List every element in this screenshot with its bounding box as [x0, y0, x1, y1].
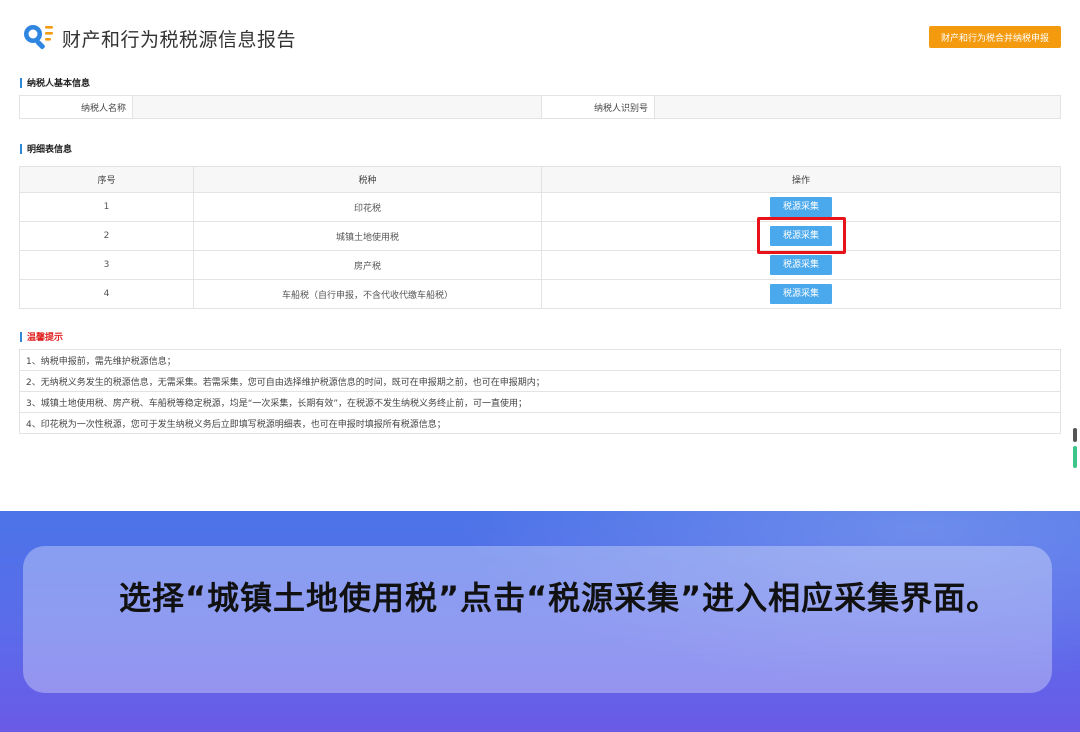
- search-list-icon: [24, 25, 53, 50]
- taxpayer-section-label: 纳税人基本信息: [27, 79, 91, 89]
- row-no: 1: [19, 192, 194, 222]
- taxpayer-id-label: 纳税人识别号: [593, 103, 648, 114]
- table-row: 1 印花税 税源采集: [19, 192, 1061, 222]
- page-title: 财产和行为税税源信息报告: [62, 28, 297, 51]
- detail-table: 序号 税种 操作 1 印花税 税源采集 2 城镇土地使用税 税源采集 3 房产税…: [19, 166, 1061, 309]
- scrollbar-track-indicator: [1073, 446, 1077, 468]
- tips-section-title: 温馨提示: [20, 330, 63, 343]
- column-header-action: 操作: [541, 166, 1061, 193]
- tips-section-label: 温馨提示: [27, 333, 64, 343]
- row-tax: 印花税: [193, 192, 542, 222]
- row-tax: 城镇土地使用税: [193, 221, 542, 251]
- tips-table: 1、纳税申报前，需先维护税源信息； 2、无纳税义务发生的税源信息，无需采集。若需…: [19, 349, 1061, 434]
- taxpayer-name-value: [132, 96, 542, 118]
- taxpayer-id-value: [654, 96, 1060, 118]
- taxpayer-name-label: 纳税人名称: [80, 103, 126, 114]
- collect-button-vehicle-tax[interactable]: 税源采集: [770, 284, 832, 304]
- details-section-title: 明细表信息: [20, 142, 72, 155]
- page: 财产和行为税税源信息报告 财产和行为税合并纳税申报 纳税人基本信息 纳税人名称 …: [0, 0, 1080, 732]
- table-row: 2 城镇土地使用税 税源采集: [19, 221, 1061, 251]
- row-no: 3: [19, 250, 194, 280]
- row-no: 4: [19, 279, 194, 309]
- section-marker: [20, 143, 22, 154]
- scrollbar[interactable]: [1073, 428, 1077, 468]
- caption-card: 选择“城镇土地使用税”点击“税源采集”进入相应采集界面。: [23, 546, 1052, 693]
- row-tax: 车船税（自行申报，不含代收代缴车船税）: [193, 279, 542, 309]
- tip-item: 2、无纳税义务发生的税源信息，无需采集。若需采集，您可自由选择维护税源信息的时间…: [19, 370, 1061, 392]
- highlight-box: [757, 217, 846, 254]
- tip-item: 4、印花税为一次性税源，您可于发生纳税义务后立即填写税源明细表，也可在申报时填报…: [19, 412, 1061, 434]
- merge-declare-button[interactable]: 财产和行为税合并纳税申报: [928, 26, 1061, 48]
- page-header: 财产和行为税税源信息报告: [20, 20, 296, 56]
- collect-button-property-tax[interactable]: 税源采集: [770, 255, 832, 275]
- tip-item: 3、城镇土地使用税、房产税、车船税等稳定税源，均是“一次采集，长期有效”，在税源…: [19, 391, 1061, 413]
- collect-button-stamp-tax[interactable]: 税源采集: [770, 197, 832, 217]
- column-header-no: 序号: [19, 166, 194, 193]
- row-action: 税源采集: [541, 250, 1061, 280]
- caption-text: 选择“城镇土地使用税”点击“税源采集”进入相应采集界面。: [119, 579, 1000, 617]
- row-action: 税源采集: [541, 279, 1061, 309]
- taxpayer-section-title: 纳税人基本信息: [20, 76, 90, 89]
- section-marker: [20, 331, 22, 342]
- scrollbar-thumb[interactable]: [1073, 428, 1077, 442]
- row-no: 2: [19, 221, 194, 251]
- table-row: 3 房产税 税源采集: [19, 250, 1061, 280]
- table-row: 4 车船税（自行申报，不含代收代缴车船税） 税源采集: [19, 279, 1061, 309]
- taxpayer-info-table: 纳税人名称 纳税人识别号: [19, 95, 1061, 119]
- table-header-row: 序号 税种 操作: [19, 166, 1061, 193]
- row-tax: 房产税: [193, 250, 542, 280]
- details-section-label: 明细表信息: [27, 145, 73, 155]
- column-header-tax: 税种: [193, 166, 542, 193]
- caption-banner: 选择“城镇土地使用税”点击“税源采集”进入相应采集界面。: [0, 511, 1080, 732]
- tip-item: 1、纳税申报前，需先维护税源信息；: [19, 349, 1061, 371]
- section-marker: [20, 77, 22, 88]
